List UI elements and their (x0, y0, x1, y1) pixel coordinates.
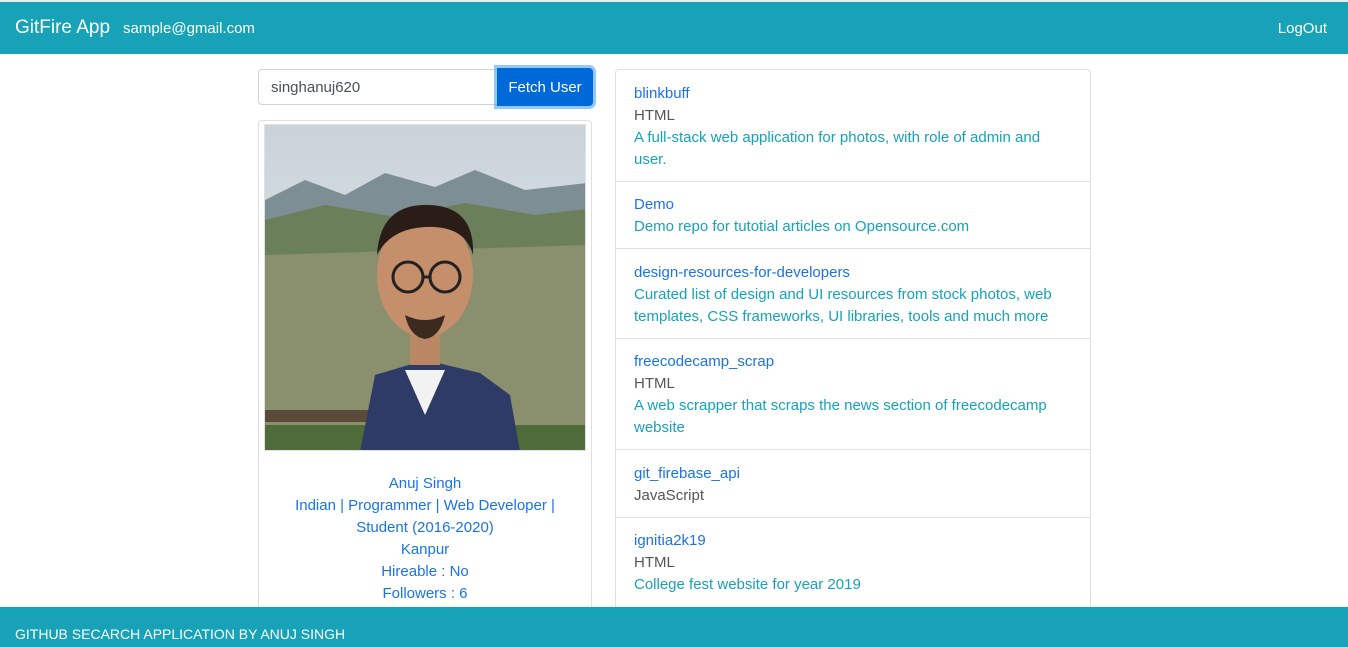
repo-list-item: design-resources-for-developers Curated … (616, 249, 1090, 339)
profile-card: Anuj Singh Indian | Programmer | Web Dev… (258, 120, 592, 620)
repo-language: HTML (634, 554, 675, 571)
profile-location: Kanpur (400, 541, 450, 558)
repo-description: College fest website for year 2019 (634, 576, 861, 593)
repo-list-item: Demo Demo repo for tutotial articles on … (616, 182, 1090, 249)
repo-name[interactable]: design-resources-for-developers (634, 262, 1072, 284)
repo-description: A web scrapper that scraps the news sect… (634, 397, 1047, 436)
profile-name: Anuj Singh (388, 475, 462, 492)
repo-list-item: freecodecamp_scrap HTML A web scrapper t… (616, 339, 1090, 450)
repo-language: JavaScript (634, 487, 705, 504)
profile-followers: Followers : 6 (382, 585, 468, 602)
repo-description: Curated list of design and UI resources … (634, 286, 1052, 325)
profile-bio: Indian | Programmer | Web Developer | St… (295, 497, 555, 536)
footer: GITHUB SECARCH APPLICATION BY ANUJ SINGH (0, 607, 1348, 647)
repo-language: HTML (634, 375, 675, 392)
repo-name[interactable]: ignitia2k19 (634, 530, 1072, 552)
avatar (264, 124, 586, 451)
footer-text: GITHUB SECARCH APPLICATION BY ANUJ SINGH (15, 626, 346, 642)
repo-list-item: blinkbuff HTML A full-stack web applicat… (616, 70, 1090, 182)
repo-name[interactable]: freecodecamp_scrap (634, 351, 1072, 373)
repo-description: A full-stack web application for photos,… (634, 129, 1041, 168)
username-search-input[interactable] (258, 69, 498, 105)
user-email: sample@gmail.com (123, 20, 255, 37)
logout-link[interactable]: LogOut (1278, 20, 1327, 37)
repo-language: HTML (634, 107, 675, 124)
app-brand[interactable]: GitFire App (15, 17, 110, 39)
repo-name[interactable]: git_firebase_api (634, 463, 1072, 485)
repo-list: blinkbuff HTML A full-stack web applicat… (615, 69, 1091, 629)
repo-description: Demo repo for tutotial articles on Opens… (634, 218, 970, 235)
navbar: GitFire App sample@gmail.com LogOut (0, 0, 1348, 54)
profile-details: Anuj Singh Indian | Programmer | Web Dev… (259, 473, 591, 605)
repo-name[interactable]: Demo (634, 194, 1072, 216)
fetch-user-button[interactable]: Fetch User (497, 68, 593, 106)
repo-list-item: git_firebase_api JavaScript (616, 450, 1090, 518)
profile-hireable: Hireable : No (381, 563, 469, 580)
repo-name[interactable]: blinkbuff (634, 83, 1072, 105)
